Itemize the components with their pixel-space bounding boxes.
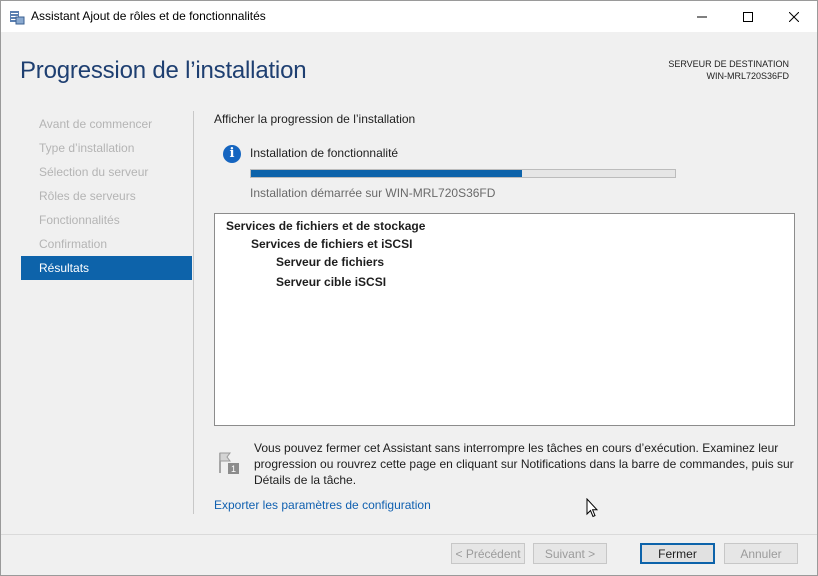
server-manager-icon — [9, 9, 25, 25]
window-title: Assistant Ajout de rôles et de fonctionn… — [31, 9, 266, 23]
wizard-header: Progression de l’installation SERVEUR DE… — [1, 32, 817, 99]
close-button[interactable]: Fermer — [640, 543, 715, 564]
next-button[interactable]: Suivant > — [533, 543, 607, 564]
result-item: Serveur cible iSCSI — [276, 275, 387, 289]
close-icon — [789, 11, 799, 22]
close-window-button[interactable] — [771, 1, 817, 32]
maximize-icon — [743, 11, 753, 22]
wizard-steps-nav: Avant de commencer Type d’installation S… — [21, 112, 192, 280]
progress-fill — [251, 170, 523, 177]
previous-button[interactable]: < Précédent — [451, 543, 525, 564]
minimize-icon — [697, 16, 707, 17]
wizard-window: Assistant Ajout de rôles et de fonctionn… — [0, 0, 818, 576]
maximize-button[interactable] — [725, 1, 771, 32]
footer-divider — [1, 534, 817, 535]
info-icon: i — [223, 145, 241, 163]
export-configuration-link[interactable]: Exporter les paramètres de configuration — [214, 498, 431, 512]
section-label: Afficher la progression de l’installatio… — [214, 112, 416, 126]
nav-step-installation-type: Type d’installation — [39, 141, 135, 155]
cancel-button[interactable]: Annuler — [724, 543, 798, 564]
status-label: Installation de fonctionnalité — [250, 146, 399, 160]
nav-step-results[interactable]: Résultats — [21, 256, 192, 280]
nav-step-features: Fonctionnalités — [39, 213, 120, 227]
nav-step-server-selection: Sélection du serveur — [39, 165, 149, 179]
results-list[interactable]: Services de fichiers et de stockage Serv… — [214, 213, 795, 426]
destination-label: SERVEUR DE DESTINATION — [668, 59, 789, 69]
notification-flag-icon: 1 — [218, 451, 240, 475]
page-title: Progression de l’installation — [20, 57, 307, 84]
mouse-cursor-icon — [586, 497, 599, 518]
result-item: Services de fichiers et iSCSI — [251, 237, 413, 251]
result-item: Services de fichiers et de stockage — [226, 219, 426, 233]
nav-step-confirmation: Confirmation — [39, 237, 108, 251]
title-bar[interactable]: Assistant Ajout de rôles et de fonctionn… — [1, 1, 817, 32]
nav-step-before-you-begin: Avant de commencer — [39, 117, 153, 131]
installation-progress-bar — [250, 169, 676, 178]
result-item: Serveur de fichiers — [276, 255, 385, 269]
minimize-button[interactable] — [679, 1, 725, 32]
destination-server-info: SERVEUR DE DESTINATION WIN-MRL720S36FD — [668, 58, 789, 82]
installation-start-text: Installation démarrée sur WIN-MRL720S36F… — [250, 186, 496, 200]
close-wizard-note: Vous pouvez fermer cet Assistant sans in… — [254, 441, 794, 487]
nav-divider — [193, 111, 194, 514]
nav-step-server-roles: Rôles de serveurs — [39, 189, 136, 203]
destination-server-name: WIN-MRL720S36FD — [706, 71, 789, 81]
svg-text:1: 1 — [231, 464, 236, 474]
